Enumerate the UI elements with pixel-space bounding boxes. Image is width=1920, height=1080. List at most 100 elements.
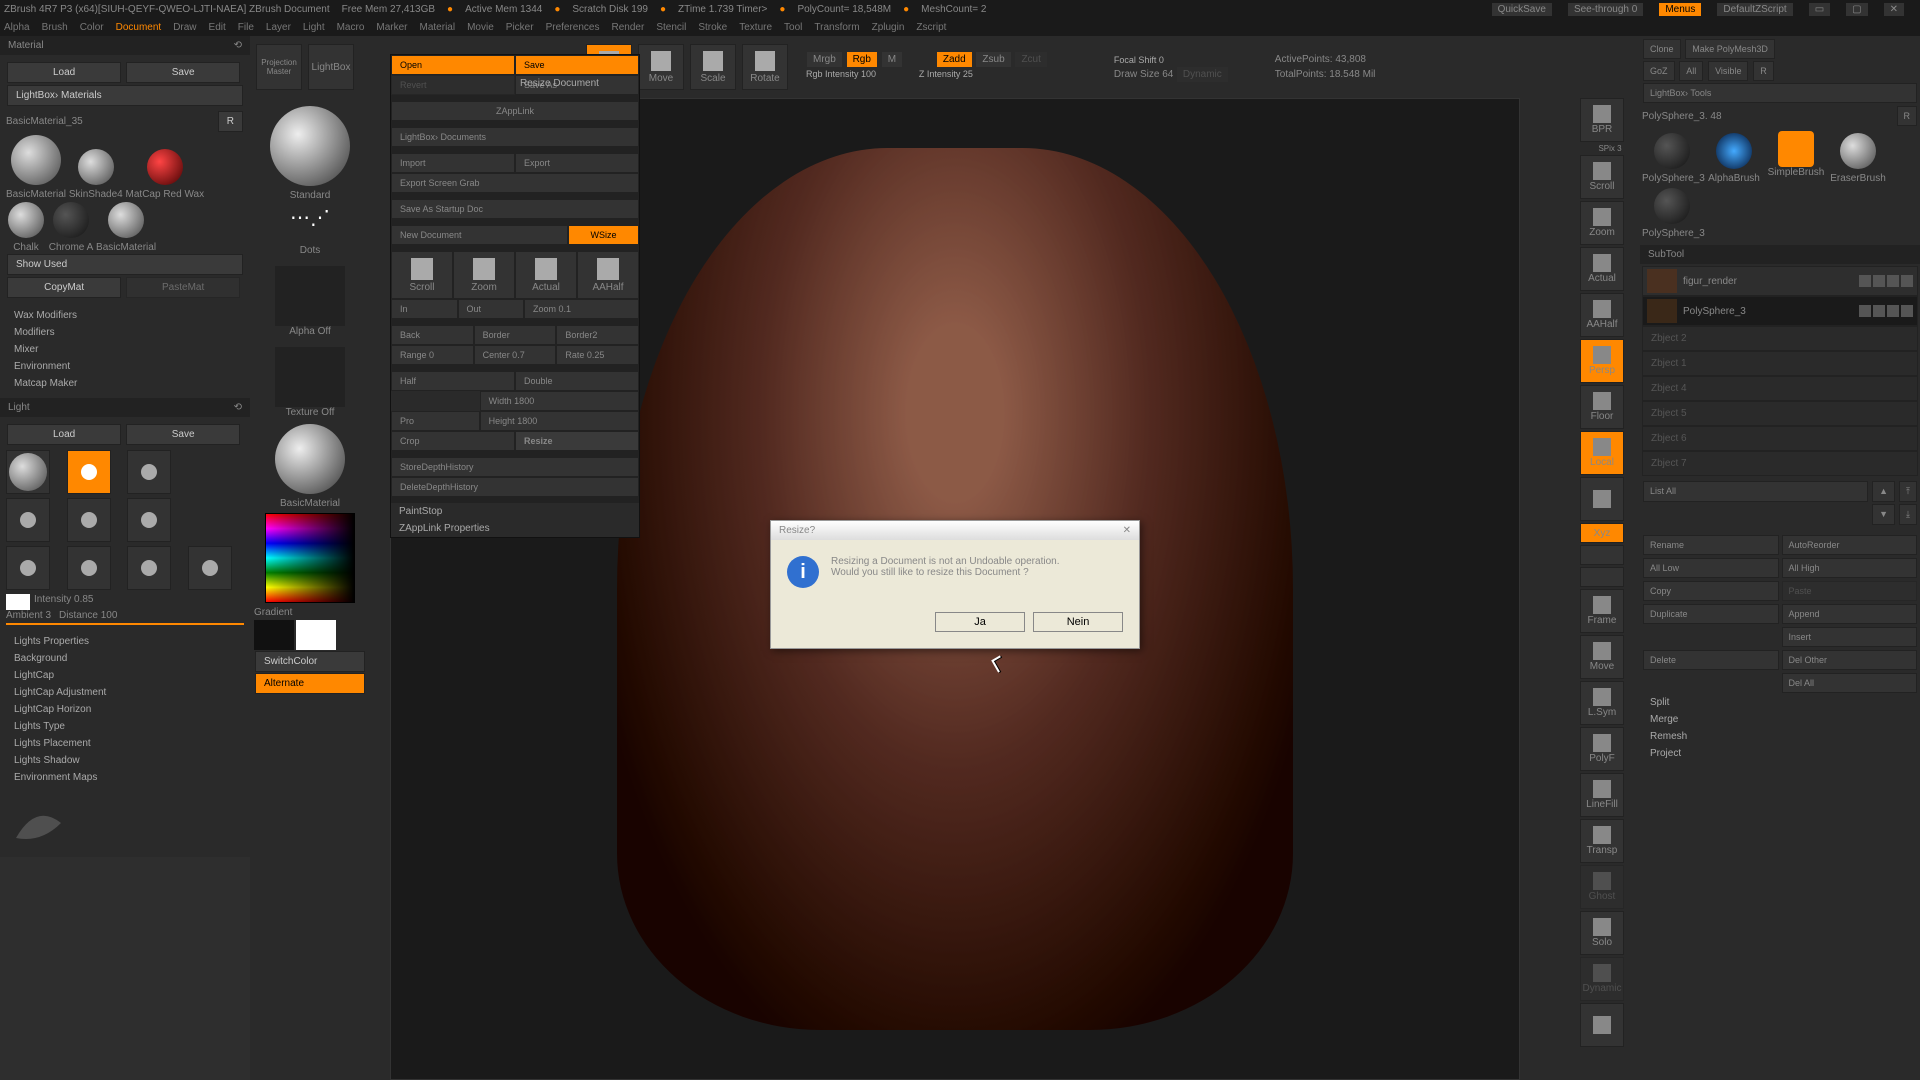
subtool-empty-4[interactable]: Zbject 6 [1642,426,1918,451]
mat-swatch-chalk[interactable] [8,202,44,238]
mat-section-wax[interactable]: Wax Modifiers [6,307,244,324]
eye-icon[interactable] [1859,275,1871,287]
brush-icon[interactable] [1873,275,1885,287]
menu-movie[interactable]: Movie [467,22,494,33]
subtool-empty-0[interactable]: Zbject 2 [1642,326,1918,351]
doc-zappprops-section[interactable]: ZAppLink Properties [391,520,639,537]
doc-zapplink-button[interactable]: ZAppLink [391,101,639,121]
doc-pro-toggle[interactable]: Pro [391,411,480,431]
merge-section[interactable]: Merge [1642,711,1918,728]
tool-thumb-4[interactable] [1654,188,1690,224]
local-toggle[interactable]: Local [1580,431,1624,475]
duplicate-button[interactable]: Duplicate [1643,604,1779,624]
quicksave-button[interactable]: QuickSave [1492,3,1552,16]
menu-layer[interactable]: Layer [266,22,291,33]
delete-button[interactable]: Delete [1643,650,1779,670]
mat-r-button[interactable]: R [218,111,243,132]
doc-export-button[interactable]: Export [515,153,639,173]
doc-aahalf-button[interactable]: AAHalf [577,251,639,299]
tool-makepoly-button[interactable]: Make PolyMesh3D [1685,39,1775,59]
menu-transform[interactable]: Transform [814,22,859,33]
mat-section-env[interactable]: Environment [6,358,244,375]
persp-toggle[interactable]: Persp [1580,339,1624,383]
move-down-icon[interactable]: ▼ [1872,504,1895,525]
menu-document[interactable]: Document [116,22,162,33]
doc-actual-button[interactable]: Actual [515,251,577,299]
project-section[interactable]: Project [1642,745,1918,762]
zsub-toggle[interactable]: Zsub [976,52,1010,67]
copy-button[interactable]: Copy [1643,581,1779,601]
doc-zoom-slider[interactable]: Zoom 0.1 [524,299,639,319]
menu-zplugin[interactable]: Zplugin [872,22,905,33]
delall-button[interactable]: Del All [1782,673,1918,693]
rotate-tool[interactable]: Rotate [742,44,788,90]
light-slot-2[interactable] [127,450,171,494]
material-preview[interactable] [275,424,345,494]
light-ambient-slider[interactable]: Ambient 3 [6,610,51,621]
doc-scroll-button[interactable]: Scroll [391,251,453,299]
subtool-empty-1[interactable]: Zbject 1 [1642,351,1918,376]
light-sec-lightcap[interactable]: LightCap [6,667,244,684]
menu-tool[interactable]: Tool [784,22,802,33]
doc-paintstop-section[interactable]: PaintStop [391,503,639,520]
menu-file[interactable]: File [238,22,254,33]
allhigh-button[interactable]: All High [1782,558,1918,578]
m-toggle[interactable]: M [882,52,902,67]
frame-button[interactable]: Frame [1580,589,1624,633]
doc-width-slider[interactable]: Width 1800 [480,391,639,411]
mrgb-toggle[interactable]: Mrgb [807,52,842,67]
light-save-button[interactable]: Save [126,424,240,445]
doc-new-button[interactable]: New Document [391,225,568,245]
tool-thumb-2[interactable] [1778,131,1814,167]
mat-swatch-basic2[interactable] [108,202,144,238]
mat-section-modifiers[interactable]: Modifiers [6,324,244,341]
rgb-toggle[interactable]: Rgb [847,52,877,67]
light-sec-bg[interactable]: Background [6,650,244,667]
menu-zscript[interactable]: Zscript [916,22,946,33]
menu-alpha[interactable]: Alpha [4,22,30,33]
doc-resize-button[interactable]: Resize [515,431,639,451]
bpr-button[interactable]: BPR [1580,98,1624,142]
split-section[interactable]: Split [1642,694,1918,711]
light-preview[interactable] [6,450,50,494]
light-sec-lcadjust[interactable]: LightCap Adjustment [6,684,244,701]
tool-all-button[interactable]: All [1679,61,1703,81]
move-top-icon[interactable]: ⤒ [1899,481,1917,502]
tool-goz-button[interactable]: GoZ [1643,61,1675,81]
vp-zoom-button[interactable]: Zoom [1580,201,1624,245]
menu-texture[interactable]: Texture [739,22,772,33]
lightbox-button[interactable]: LightBox [308,44,354,90]
menu-edit[interactable]: Edit [209,22,226,33]
mat-load-button[interactable]: Load [7,62,121,83]
light-distance-slider[interactable]: Distance 100 [59,610,117,621]
gradient-label[interactable]: Gradient [254,607,366,618]
doc-deldepth-button[interactable]: DeleteDepthHistory [391,477,639,497]
doc-back-color[interactable]: Back [391,325,474,345]
window-close-icon[interactable]: ✕ [1884,3,1904,16]
transp-toggle[interactable]: Transp [1580,819,1624,863]
tool-thumb-0[interactable] [1654,133,1690,169]
mat-lightbox-button[interactable]: LightBox› Materials [7,85,243,106]
doc-in-button[interactable]: In [391,299,458,319]
light-slot-6[interactable] [6,546,50,590]
poly-icon[interactable] [1887,275,1899,287]
material-panel-header[interactable]: Material⟲ [0,36,250,55]
brush-icon[interactable] [1873,305,1885,317]
doc-half-button[interactable]: Half [391,371,515,391]
light-load-button[interactable]: Load [7,424,121,445]
alternate-button[interactable]: Alternate [255,673,365,694]
menus-toggle[interactable]: Menus [1659,3,1701,16]
menu-preferences[interactable]: Preferences [546,22,600,33]
doc-double-button[interactable]: Double [515,371,639,391]
mat-swatch-chrome[interactable] [53,202,89,238]
alllow-button[interactable]: All Low [1643,558,1779,578]
doc-lightbox-button[interactable]: LightBox› Documents [391,127,639,147]
vis-icon[interactable] [1901,305,1913,317]
doc-import-button[interactable]: Import [391,153,515,173]
vp-actual-button[interactable]: Actual [1580,247,1624,291]
spix-slider[interactable]: SPix 3 [1580,144,1640,153]
show-used-button[interactable]: Show Used [7,254,243,275]
brush-preview[interactable] [270,106,350,186]
doc-grab-button[interactable]: Export Screen Grab [391,173,639,193]
window-min-icon[interactable]: ▭ [1809,3,1830,16]
